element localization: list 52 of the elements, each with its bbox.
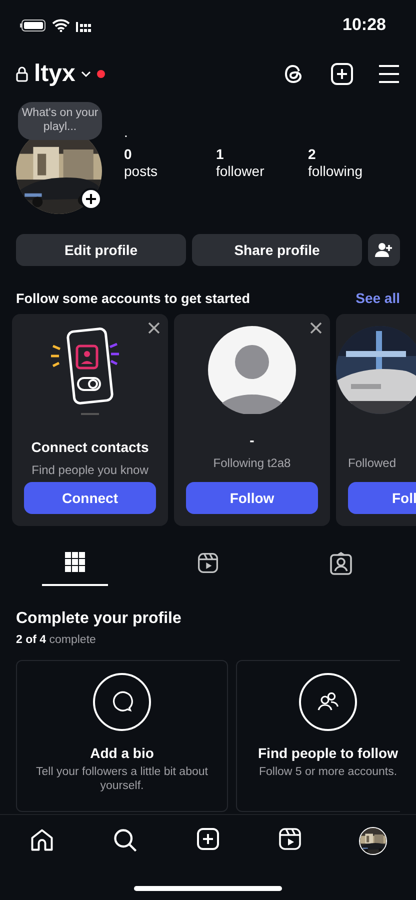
chevron-down-icon[interactable]: [81, 70, 92, 78]
follow-button[interactable]: Follow: [186, 482, 318, 514]
section-title: Complete your profile: [16, 610, 182, 628]
progress-text: 2 of 4 complete: [16, 634, 97, 646]
card-title: Connect contacts: [31, 439, 149, 456]
stat-value[interactable]: 1: [216, 146, 308, 163]
profile-name: .: [124, 124, 129, 142]
profile-task-card[interactable]: Add a bio Tell your followers a little bit about yourself.: [16, 660, 228, 812]
search-icon: [112, 827, 138, 853]
status-time: 10:28: [342, 15, 386, 35]
card-title: Find people to follow: [258, 745, 398, 761]
card-title: -: [250, 432, 254, 449]
profile-button[interactable]: Edit profile: [16, 234, 186, 266]
profile-button[interactable]: Share profile: [192, 234, 362, 266]
plus-icon: [85, 193, 97, 205]
note-bubble[interactable]: What's on your playl...: [18, 102, 102, 140]
speech-bubble-icon: [111, 691, 133, 713]
wifi-icon: [52, 18, 70, 32]
close-icon[interactable]: [310, 322, 322, 334]
card-subtitle: Find people you know: [32, 463, 148, 477]
section-title: Follow some accounts to get started: [16, 290, 250, 306]
home-icon: [28, 827, 55, 853]
grid-icon: [64, 552, 85, 572]
menu-icon[interactable]: [378, 64, 400, 84]
follow-button[interactable]: Connect: [24, 482, 156, 514]
card-description: Follow 5 or more accounts.: [258, 766, 398, 780]
card-description: Tell your followers a little bit about yourself.: [35, 766, 209, 794]
reels-icon: [196, 552, 219, 574]
stat-label[interactable]: following: [308, 163, 400, 180]
close-icon[interactable]: [148, 322, 160, 334]
username[interactable]: ltyx: [34, 60, 76, 88]
card-subtitle: Following t2a8: [213, 456, 291, 470]
reels-icon: [278, 827, 302, 851]
nav-tab[interactable]: [359, 827, 388, 855]
see-all-link[interactable]: See all: [356, 290, 400, 306]
stat-label[interactable]: posts: [124, 163, 216, 180]
person-tag-icon: [329, 552, 354, 576]
stat-value[interactable]: 0: [124, 146, 216, 163]
add-story-button[interactable]: [80, 188, 102, 210]
add-person-icon: [375, 242, 393, 258]
stat-value[interactable]: 2: [308, 146, 400, 163]
battery-icon: [20, 18, 46, 32]
stat-label[interactable]: follower: [216, 163, 308, 180]
plus-square-icon[interactable]: [330, 62, 354, 86]
card-subtitle: Followed: [348, 456, 396, 470]
lock-icon: [16, 66, 28, 82]
avatar-placeholder-icon: [208, 326, 296, 414]
card-title: Add a bio: [90, 745, 154, 761]
plus-square-icon: [196, 827, 220, 851]
follow-button[interactable]: Foll: [348, 482, 416, 514]
add-person-button[interactable]: [368, 234, 400, 266]
profile-task-card[interactable]: Find people to follow Follow 5 or more accounts.: [236, 660, 400, 812]
